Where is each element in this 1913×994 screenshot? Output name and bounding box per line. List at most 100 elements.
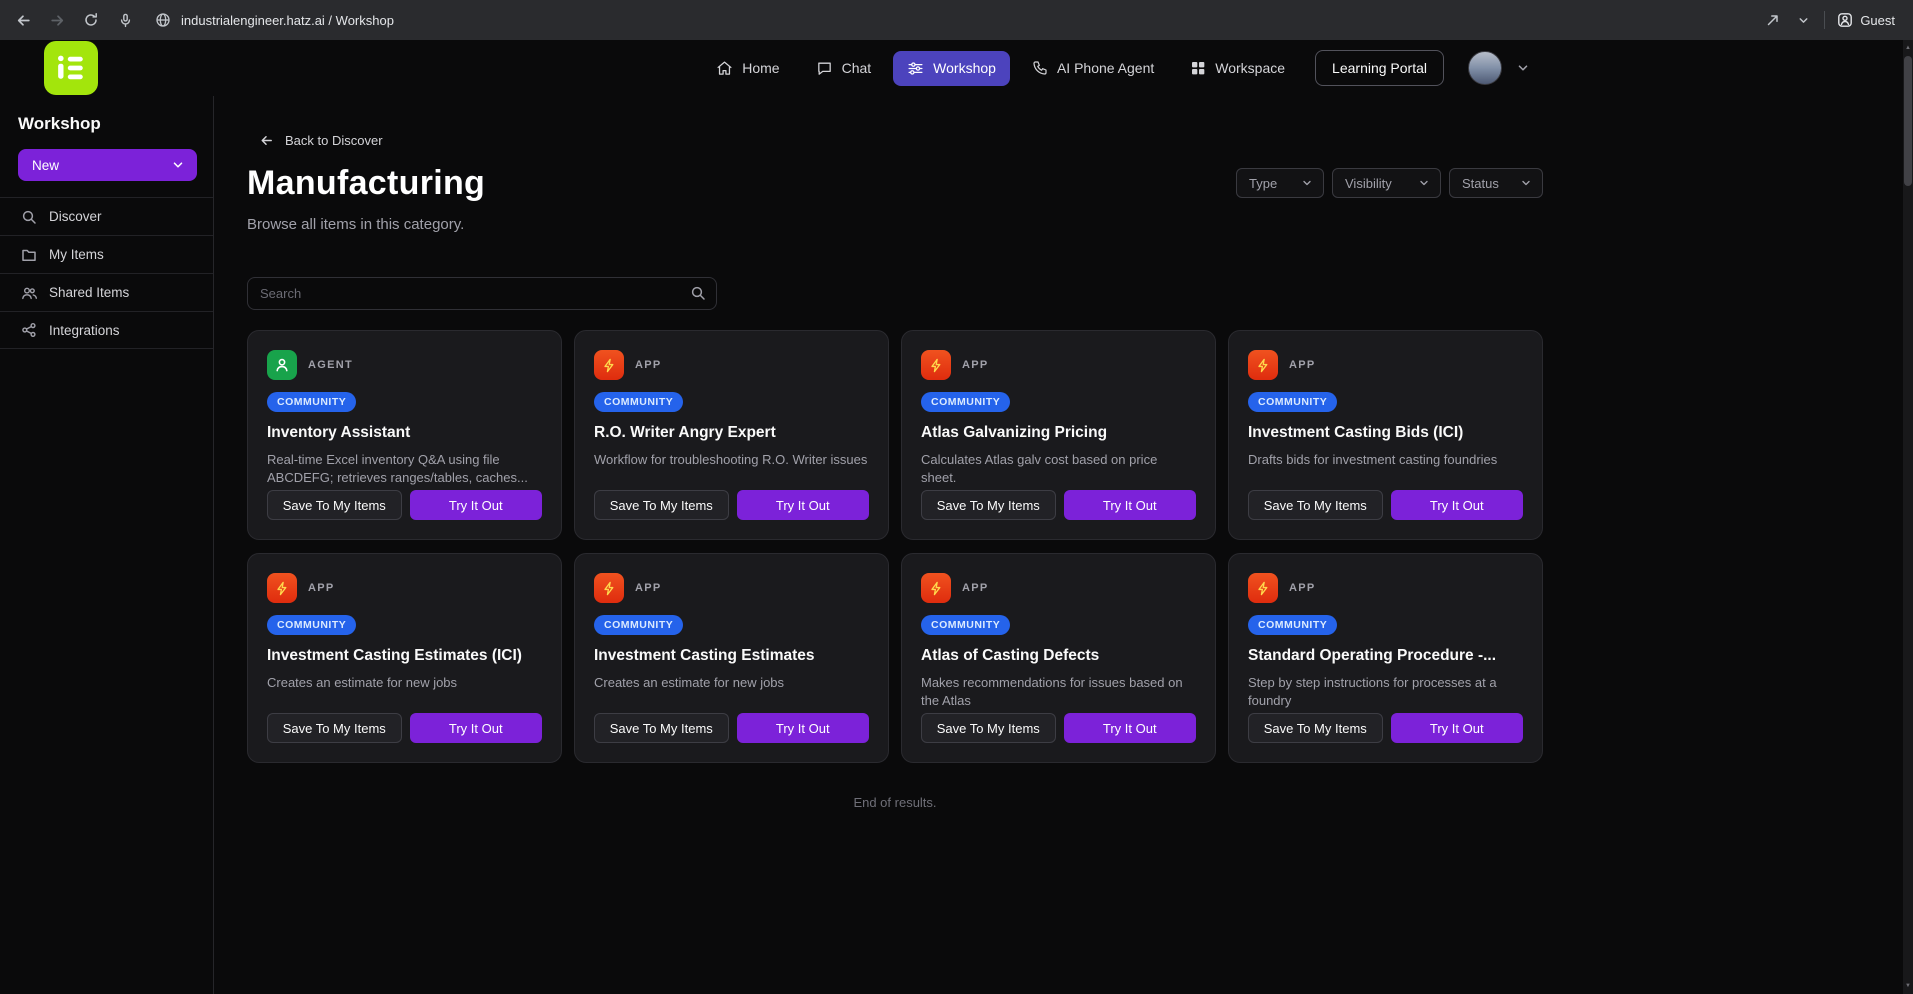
card-type-label: APP bbox=[635, 582, 662, 594]
card-description: Creates an estimate for new jobs bbox=[594, 674, 869, 692]
search-input[interactable] bbox=[247, 277, 717, 310]
new-button[interactable]: New bbox=[18, 149, 197, 181]
ie-logo-icon bbox=[56, 53, 86, 83]
card-type-label: APP bbox=[1289, 582, 1316, 594]
save-to-my-items-button[interactable]: Save To My Items bbox=[921, 490, 1056, 520]
scrollbar-thumb[interactable] bbox=[1904, 56, 1912, 186]
status-filter-select[interactable]: Status bbox=[1449, 168, 1543, 198]
chevron-down-icon bbox=[171, 158, 185, 172]
save-to-my-items-button[interactable]: Save To My Items bbox=[267, 490, 402, 520]
card-header: APP bbox=[267, 573, 542, 603]
item-card: APP COMMUNITY Investment Casting Bids (I… bbox=[1228, 330, 1543, 540]
app-top-nav: Home Chat Workshop AI Phone Agent Worksp… bbox=[0, 40, 1913, 96]
visibility-filter-select[interactable]: Visibility bbox=[1332, 168, 1441, 198]
home-icon bbox=[716, 60, 733, 77]
chevron-down-icon[interactable] bbox=[1794, 11, 1812, 29]
app-icon bbox=[921, 573, 951, 603]
app-icon bbox=[921, 350, 951, 380]
try-it-out-button[interactable]: Try It Out bbox=[1391, 713, 1524, 743]
new-button-label: New bbox=[32, 158, 59, 173]
card-title: Investment Casting Estimates bbox=[594, 647, 869, 665]
forward-icon[interactable] bbox=[48, 11, 66, 29]
card-header: APP bbox=[921, 573, 1196, 603]
try-it-out-button[interactable]: Try It Out bbox=[737, 490, 870, 520]
nav-label: Home bbox=[742, 60, 779, 76]
type-filter-select[interactable]: Type bbox=[1236, 168, 1324, 198]
community-badge: COMMUNITY bbox=[1248, 392, 1337, 412]
save-to-my-items-button[interactable]: Save To My Items bbox=[267, 713, 402, 743]
agent-icon bbox=[267, 350, 297, 380]
community-badge: COMMUNITY bbox=[594, 615, 683, 635]
try-it-out-button[interactable]: Try It Out bbox=[410, 713, 543, 743]
item-card: APP COMMUNITY Standard Operating Procedu… bbox=[1228, 553, 1543, 763]
guest-label: Guest bbox=[1860, 13, 1895, 28]
nav-item-ai-phone-agent[interactable]: AI Phone Agent bbox=[1018, 51, 1168, 85]
chat-icon bbox=[816, 60, 833, 77]
chevron-down-icon bbox=[1301, 177, 1313, 189]
microphone-icon[interactable] bbox=[116, 11, 134, 29]
page-subtitle: Browse all items in this category. bbox=[247, 216, 1543, 233]
sidebar-item-shared-items[interactable]: Shared Items bbox=[0, 273, 213, 311]
app-icon bbox=[267, 573, 297, 603]
back-icon[interactable] bbox=[14, 11, 32, 29]
share-arrow-icon[interactable] bbox=[1764, 11, 1782, 29]
card-actions: Save To My Items Try It Out bbox=[267, 490, 542, 520]
save-to-my-items-button[interactable]: Save To My Items bbox=[594, 713, 729, 743]
guest-profile-chip[interactable]: Guest bbox=[1837, 12, 1895, 28]
integrations-icon bbox=[21, 322, 37, 338]
address-bar[interactable]: industrialengineer.hatz.ai / Workshop bbox=[154, 11, 394, 29]
app-logo[interactable] bbox=[44, 41, 98, 95]
item-card: APP COMMUNITY Atlas of Casting Defects M… bbox=[901, 553, 1216, 763]
card-title: Atlas Galvanizing Pricing bbox=[921, 424, 1196, 442]
item-card: APP COMMUNITY Investment Casting Estimat… bbox=[574, 553, 889, 763]
save-to-my-items-button[interactable]: Save To My Items bbox=[1248, 490, 1383, 520]
item-card: APP COMMUNITY Investment Casting Estimat… bbox=[247, 553, 562, 763]
back-to-discover-link[interactable]: Back to Discover bbox=[259, 133, 383, 148]
nav-item-chat[interactable]: Chat bbox=[802, 51, 886, 86]
scroll-down-icon[interactable]: ▼ bbox=[1903, 980, 1913, 992]
card-type-label: APP bbox=[308, 582, 335, 594]
try-it-out-button[interactable]: Try It Out bbox=[1391, 490, 1524, 520]
save-to-my-items-button[interactable]: Save To My Items bbox=[921, 713, 1056, 743]
try-it-out-button[interactable]: Try It Out bbox=[1064, 490, 1197, 520]
sidebar-item-discover[interactable]: Discover bbox=[0, 197, 213, 235]
community-badge: COMMUNITY bbox=[267, 615, 356, 635]
card-title: Investment Casting Estimates (ICI) bbox=[267, 647, 542, 665]
url-text: industrialengineer.hatz.ai / Workshop bbox=[181, 13, 394, 28]
item-card: APP COMMUNITY R.O. Writer Angry Expert W… bbox=[574, 330, 889, 540]
card-header: AGENT bbox=[267, 350, 542, 380]
filter-label: Type bbox=[1249, 176, 1277, 191]
scrollbar[interactable]: ▲ ▼ bbox=[1903, 40, 1913, 994]
learning-portal-button[interactable]: Learning Portal bbox=[1315, 50, 1444, 86]
card-title: Atlas of Casting Defects bbox=[921, 647, 1196, 665]
nav-item-home[interactable]: Home bbox=[702, 51, 793, 86]
divider bbox=[1824, 11, 1825, 29]
sidebar-item-my-items[interactable]: My Items bbox=[0, 235, 213, 273]
avatar-chevron-down-icon[interactable] bbox=[1516, 61, 1530, 75]
filter-label: Visibility bbox=[1345, 176, 1392, 191]
app-icon bbox=[1248, 350, 1278, 380]
community-badge: COMMUNITY bbox=[267, 392, 356, 412]
sidebar-item-integrations[interactable]: Integrations bbox=[0, 311, 213, 349]
save-to-my-items-button[interactable]: Save To My Items bbox=[1248, 713, 1383, 743]
scroll-up-icon[interactable]: ▲ bbox=[1903, 42, 1913, 54]
card-type-label: APP bbox=[635, 359, 662, 371]
try-it-out-button[interactable]: Try It Out bbox=[737, 713, 870, 743]
reload-icon[interactable] bbox=[82, 11, 100, 29]
card-title: Standard Operating Procedure -... bbox=[1248, 647, 1523, 665]
nav-item-workspace[interactable]: Workspace bbox=[1176, 51, 1299, 85]
page-title: Manufacturing bbox=[247, 164, 485, 203]
nav-item-workshop[interactable]: Workshop bbox=[893, 51, 1010, 86]
card-header: APP bbox=[1248, 573, 1523, 603]
main-content: Back to Discover Manufacturing Type Visi… bbox=[214, 96, 1913, 994]
person-icon bbox=[1837, 12, 1853, 28]
user-avatar[interactable] bbox=[1468, 51, 1502, 85]
card-actions: Save To My Items Try It Out bbox=[267, 713, 542, 743]
try-it-out-button[interactable]: Try It Out bbox=[1064, 713, 1197, 743]
try-it-out-button[interactable]: Try It Out bbox=[410, 490, 543, 520]
end-of-results-text: End of results. bbox=[247, 795, 1543, 810]
search-icon[interactable] bbox=[690, 285, 706, 306]
back-link-label: Back to Discover bbox=[285, 133, 383, 148]
card-actions: Save To My Items Try It Out bbox=[921, 713, 1196, 743]
save-to-my-items-button[interactable]: Save To My Items bbox=[594, 490, 729, 520]
